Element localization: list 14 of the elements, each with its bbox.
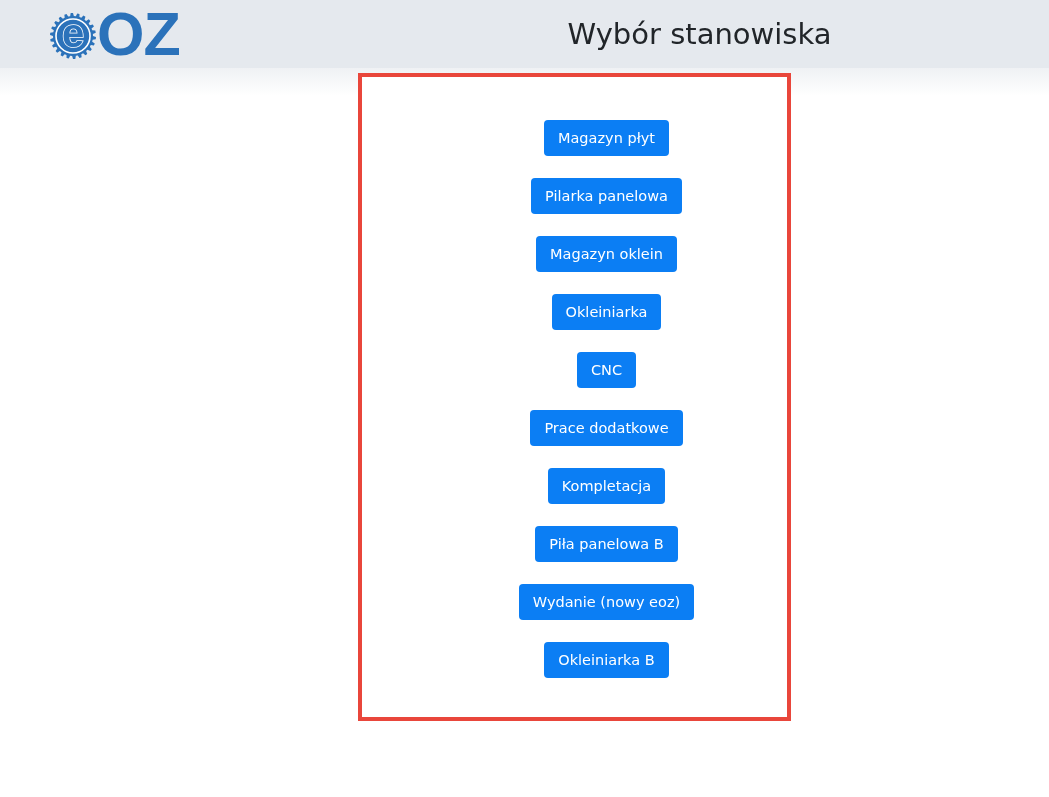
logo-text: OZ — [97, 7, 180, 61]
station-button[interactable]: Okleiniarka B — [544, 642, 669, 678]
station-button[interactable]: Magazyn oklein — [536, 236, 677, 272]
station-button[interactable]: CNC — [576, 352, 637, 388]
page-title: Wybór stanowiska — [567, 19, 832, 49]
station-button[interactable]: Kompletacja — [547, 468, 666, 504]
station-button[interactable]: Prace dodatkowe — [530, 410, 683, 446]
gear-icon — [50, 13, 96, 59]
station-button[interactable]: Magazyn płyt — [543, 120, 670, 156]
station-button[interactable]: Piła panelowa B — [535, 526, 678, 562]
station-button[interactable]: Pilarka panelowa — [531, 178, 682, 214]
logo-letter: e — [61, 18, 85, 48]
station-button[interactable]: Okleiniarka — [551, 294, 662, 330]
station-button[interactable]: Wydanie (nowy eoz) — [518, 584, 695, 620]
